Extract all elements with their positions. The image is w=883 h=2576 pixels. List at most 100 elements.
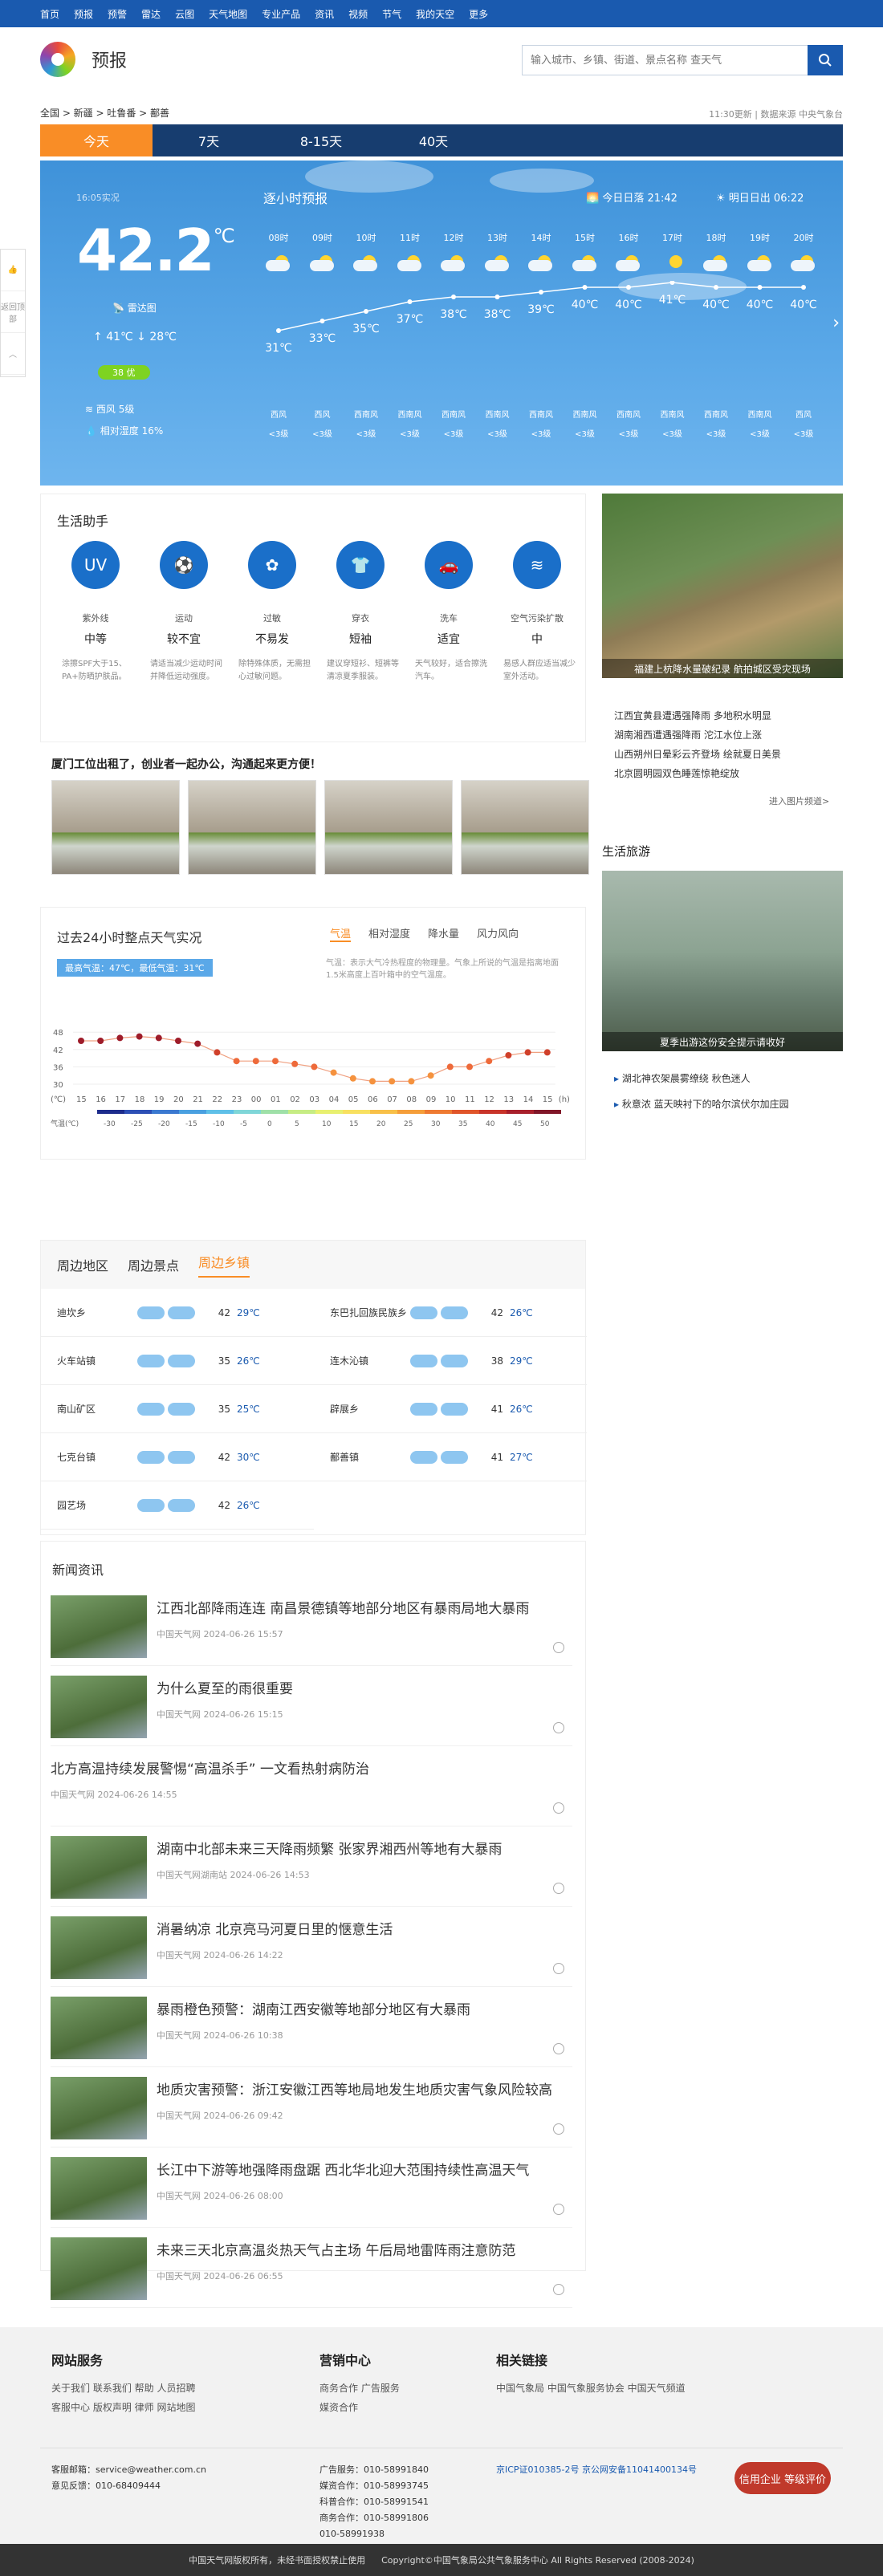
tab-nearby-spots[interactable]: 周边景点 <box>128 1255 179 1274</box>
tab-7day[interactable]: 7天 <box>153 124 265 156</box>
share-icon[interactable] <box>553 2123 564 2135</box>
footer-links[interactable]: 关于我们 联系我们 帮助 人员招聘 <box>51 2379 195 2398</box>
news-thumbnail[interactable] <box>51 1997 147 2059</box>
footer-links[interactable]: 商务合作 广告服务 <box>319 2379 400 2398</box>
nav-item[interactable]: 节气 <box>382 7 401 21</box>
nearby-row[interactable]: 园艺场 42 26℃ <box>41 1481 314 1530</box>
share-icon[interactable] <box>553 1802 564 1814</box>
nearby-row[interactable]: 辟展乡 41 26℃ <box>314 1385 587 1433</box>
nav-item[interactable]: 预警 <box>108 7 127 21</box>
nearby-row[interactable]: 东巴扎回族民族乡 42 26℃ <box>314 1289 587 1337</box>
life-item[interactable]: 👕 穿衣 短袖 建议穿短衫、短裤等清凉夏季服装。 <box>320 541 401 684</box>
tab-humidity[interactable]: 相对湿度 <box>368 925 410 942</box>
tab-nearby-towns[interactable]: 周边乡镇 <box>198 1252 250 1278</box>
travel-photo[interactable]: 夏季出游这份安全提示请收好 <box>602 871 843 1051</box>
nearby-row[interactable]: 火车站镇 35 26℃ <box>41 1337 314 1385</box>
news-headline[interactable]: 未来三天北京高温炎热天气占主场 午后局地雷阵雨注意防范 <box>157 2239 566 2259</box>
news-item[interactable]: 暴雨橙色预警：湖南江西安徽等地部分地区有大暴雨 中国天气网 2024-06-26 … <box>51 1987 572 2067</box>
news-item[interactable]: 未来三天北京高温炎热天气占主场 午后局地雷阵雨注意防范 中国天气网 2024-06… <box>51 2228 572 2308</box>
nav-item[interactable]: 我的天空 <box>416 7 454 21</box>
nav-item[interactable]: 专业产品 <box>262 7 300 21</box>
office-photo[interactable] <box>51 780 180 875</box>
share-icon[interactable] <box>553 1963 564 1974</box>
news-item[interactable]: 消暑纳凉 北京亮马河夏日里的惬意生活 中国天气网 2024-06-26 14:22 <box>51 1907 572 1987</box>
news-headline[interactable]: 暴雨橙色预警：湖南江西安徽等地部分地区有大暴雨 <box>157 1998 566 2018</box>
news-headline[interactable]: 地质灾害预警：浙江安徽江西等地局地发生地质灾害气象风险较高 <box>157 2078 566 2099</box>
nav-item[interactable]: 更多 <box>469 7 488 21</box>
office-photo[interactable] <box>324 780 453 875</box>
contact-email[interactable]: 客服邮箱：service@weather.com.cn <box>51 2462 206 2478</box>
nav-item[interactable]: 雷达 <box>141 7 161 21</box>
nearby-row[interactable]: 连木沁镇 38 29℃ <box>314 1337 587 1385</box>
featured-photo[interactable]: 福建上杭降水量破纪录 航拍城区受灾现场 <box>602 494 843 678</box>
photo-link[interactable]: 山西朔州日晕彩云齐登场 绘就夏日美景 <box>614 745 781 764</box>
search-button[interactable] <box>808 45 843 75</box>
share-icon[interactable] <box>553 1883 564 1894</box>
news-thumbnail[interactable] <box>51 2077 147 2139</box>
news-thumbnail[interactable] <box>51 2237 147 2300</box>
travel-link[interactable]: ▸ 湖北神农架晨雾缭绕 秋色迷人 <box>614 1066 789 1091</box>
breadcrumb[interactable]: 全国 > 新疆 > 吐鲁番 > 鄯善 <box>40 106 169 120</box>
news-headline[interactable]: 长江中下游等地强降雨盘踞 西北华北迎大范围持续性高温天气 <box>157 2159 566 2179</box>
office-photo[interactable] <box>188 780 316 875</box>
news-item[interactable]: 湖南中北部未来三天降雨频繁 张家界湘西州等地有大暴雨 中国天气网湖南站 2024-… <box>51 1826 572 1907</box>
next-arrow-icon[interactable]: › <box>832 313 840 333</box>
footer-links[interactable]: 媒资合作 <box>319 2398 400 2417</box>
footer-links[interactable]: 中国气象局 中国气象服务协会 中国天气频道 <box>496 2379 686 2398</box>
share-icon[interactable] <box>553 2043 564 2054</box>
news-headline[interactable]: 江西北部降雨连连 南昌景德镇等地部分地区有暴雨局地大暴雨 <box>157 1597 566 1617</box>
news-item[interactable]: 江西北部降雨连连 南昌景德镇等地部分地区有暴雨局地大暴雨 中国天气网 2024-0… <box>51 1586 572 1666</box>
tab-40day[interactable]: 40天 <box>377 124 490 156</box>
nav-item[interactable]: 预报 <box>74 7 93 21</box>
travel-link[interactable]: ▸ 秋意浓 蓝天映衬下的哈尔滨伏尔加庄园 <box>614 1091 789 1117</box>
tab-precipitation[interactable]: 降水量 <box>428 925 459 942</box>
radar-link[interactable]: 📡 雷达图 <box>112 301 157 315</box>
news-thumbnail[interactable] <box>51 1836 147 1899</box>
news-item[interactable]: 地质灾害预警：浙江安徽江西等地局地发生地质灾害气象风险较高 中国天气网 2024-… <box>51 2067 572 2147</box>
news-thumbnail[interactable] <box>51 1676 147 1738</box>
photo-link[interactable]: 江西宜黄县遭遇强降雨 多地积水明显 <box>614 706 781 725</box>
nearby-row[interactable]: 南山矿区 35 25℃ <box>41 1385 314 1433</box>
search-input[interactable] <box>522 45 808 75</box>
feedback-button[interactable]: 👍 <box>1 250 25 291</box>
promo-title[interactable]: 厦门工位出租了，创业者一起办公，沟通起来更方便！ <box>51 756 321 772</box>
news-item[interactable]: 为什么夏至的雨很重要 中国天气网 2024-06-26 15:15 <box>51 1666 572 1746</box>
news-item[interactable]: 长江中下游等地强降雨盘踞 西北华北迎大范围持续性高温天气 中国天气网 2024-0… <box>51 2147 572 2228</box>
nav-item[interactable]: 资讯 <box>315 7 334 21</box>
share-icon[interactable] <box>553 2284 564 2295</box>
tab-nearby-areas[interactable]: 周边地区 <box>57 1255 108 1274</box>
tab-wind[interactable]: 风力风向 <box>477 925 519 942</box>
nav-item[interactable]: 视频 <box>348 7 368 21</box>
office-photo[interactable] <box>461 780 589 875</box>
news-headline[interactable]: 湖南中北部未来三天降雨频繁 张家界湘西州等地有大暴雨 <box>157 1838 566 1858</box>
news-headline[interactable]: 北方高温持续发展警惕“高温杀手” 一文看热射病防治 <box>51 1757 460 1778</box>
share-icon[interactable] <box>553 1722 564 1733</box>
share-icon[interactable] <box>553 1642 564 1653</box>
news-headline[interactable]: 消暑纳凉 北京亮马河夏日里的惬意生活 <box>157 1918 566 1938</box>
nav-item[interactable]: 天气地图 <box>209 7 247 21</box>
collapse-button[interactable]: ︿ <box>1 333 25 375</box>
nearby-row[interactable]: 迪坎乡 42 29℃ <box>41 1289 314 1337</box>
tab-8-15day[interactable]: 8-15天 <box>265 124 377 156</box>
news-thumbnail[interactable] <box>51 1595 147 1658</box>
life-item[interactable]: 🚗 洗车 适宜 天气较好，适合擦洗汽车。 <box>409 541 489 684</box>
nav-item[interactable]: 云图 <box>175 7 194 21</box>
nav-item[interactable]: 首页 <box>40 7 59 21</box>
photo-link[interactable]: 湖南湘西遭遇强降雨 沱江水位上涨 <box>614 725 781 745</box>
nearby-row[interactable]: 七克台镇 42 30℃ <box>41 1433 314 1481</box>
share-icon[interactable] <box>553 2204 564 2215</box>
icp-info[interactable]: 京ICP证010385-2号 京公网安备11041400134号 <box>496 2462 697 2478</box>
more-photos-link[interactable]: 进入图片频道> <box>769 794 829 807</box>
nearby-row[interactable]: 鄯善镇 41 27℃ <box>314 1433 587 1481</box>
tab-today[interactable]: 今天 <box>40 124 153 156</box>
tab-temperature[interactable]: 气温 <box>330 925 352 942</box>
life-item[interactable]: ≋ 空气污染扩散中易感人群应适当减少室外活动。 <box>497 541 577 684</box>
news-headline[interactable]: 为什么夏至的雨很重要 <box>157 1677 566 1697</box>
news-thumbnail[interactable] <box>51 2157 147 2220</box>
credit-badge[interactable]: 信用企业 等级评价 <box>734 2462 831 2494</box>
life-item[interactable]: ✿ 过敏 不易发 除特殊体质，无需担心过敏问题。 <box>232 541 312 684</box>
aqi-badge[interactable]: 38 优 <box>98 365 150 380</box>
news-item[interactable]: 北方高温持续发展警惕“高温杀手” 一文看热射病防治 中国天气网 2024-06-2… <box>51 1746 572 1826</box>
back-button[interactable]: 返回顶部 <box>1 291 25 333</box>
footer-links[interactable]: 客服中心 版权声明 律师 网站地图 <box>51 2398 195 2417</box>
